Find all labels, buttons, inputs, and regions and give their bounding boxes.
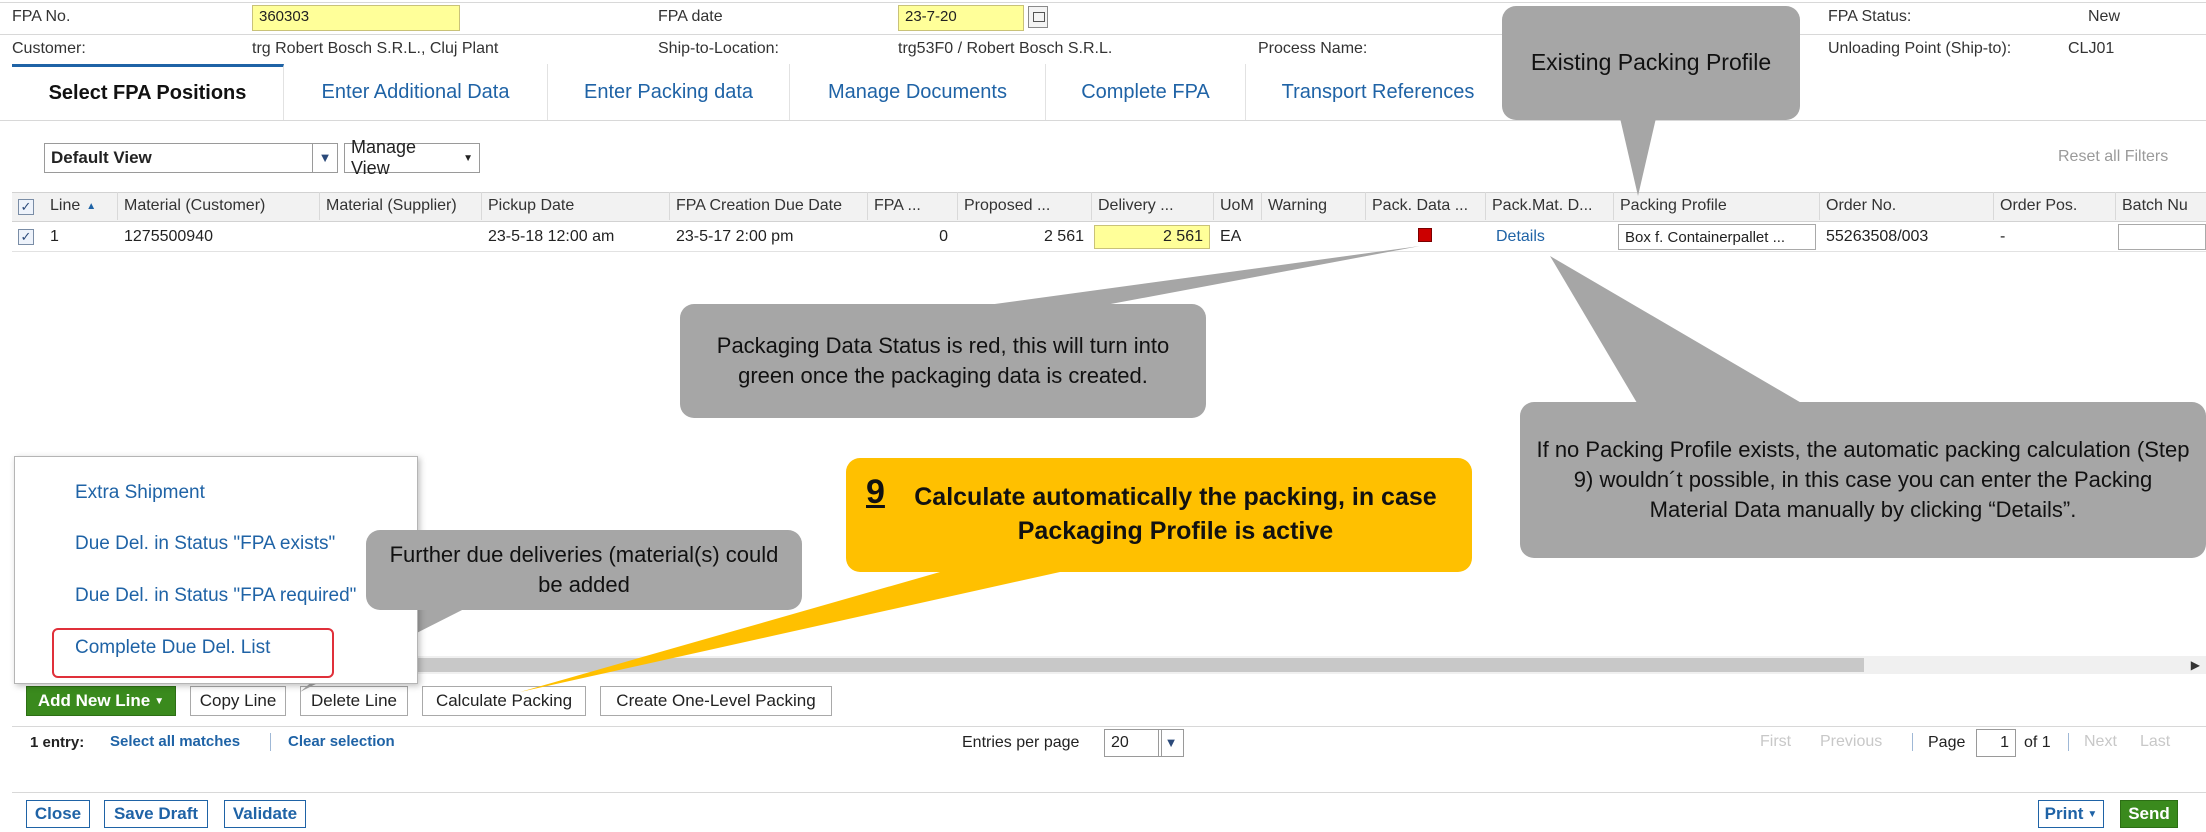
- menu-item-extra-shipment[interactable]: Extra Shipment: [75, 482, 205, 504]
- menu-item-complete-due-del-list[interactable]: Complete Due Del. List: [75, 637, 270, 659]
- menu-item-due-del-fpa-required[interactable]: Due Del. in Status "FPA required": [75, 585, 356, 607]
- callout-no-profile: If no Packing Profile exists, the automa…: [1520, 402, 2206, 558]
- packaging-status-tail: [980, 246, 1420, 306]
- existing-profile-tail: [1620, 118, 1656, 196]
- callout-step-nine: 9 Calculate automatically the packing, i…: [846, 458, 1472, 572]
- callout-existing-profile: Existing Packing Profile: [1502, 6, 1800, 120]
- step-number: 9: [866, 473, 885, 511]
- callout-further-deliveries: Further due deliveries (material(s) coul…: [366, 530, 802, 610]
- step-text: Calculate automatically the packing, in …: [914, 483, 1437, 545]
- no-profile-tail: [1550, 256, 1810, 408]
- menu-item-due-del-fpa-exists[interactable]: Due Del. in Status "FPA exists": [75, 533, 335, 555]
- callout-packaging-status: Packaging Data Status is red, this will …: [680, 304, 1206, 418]
